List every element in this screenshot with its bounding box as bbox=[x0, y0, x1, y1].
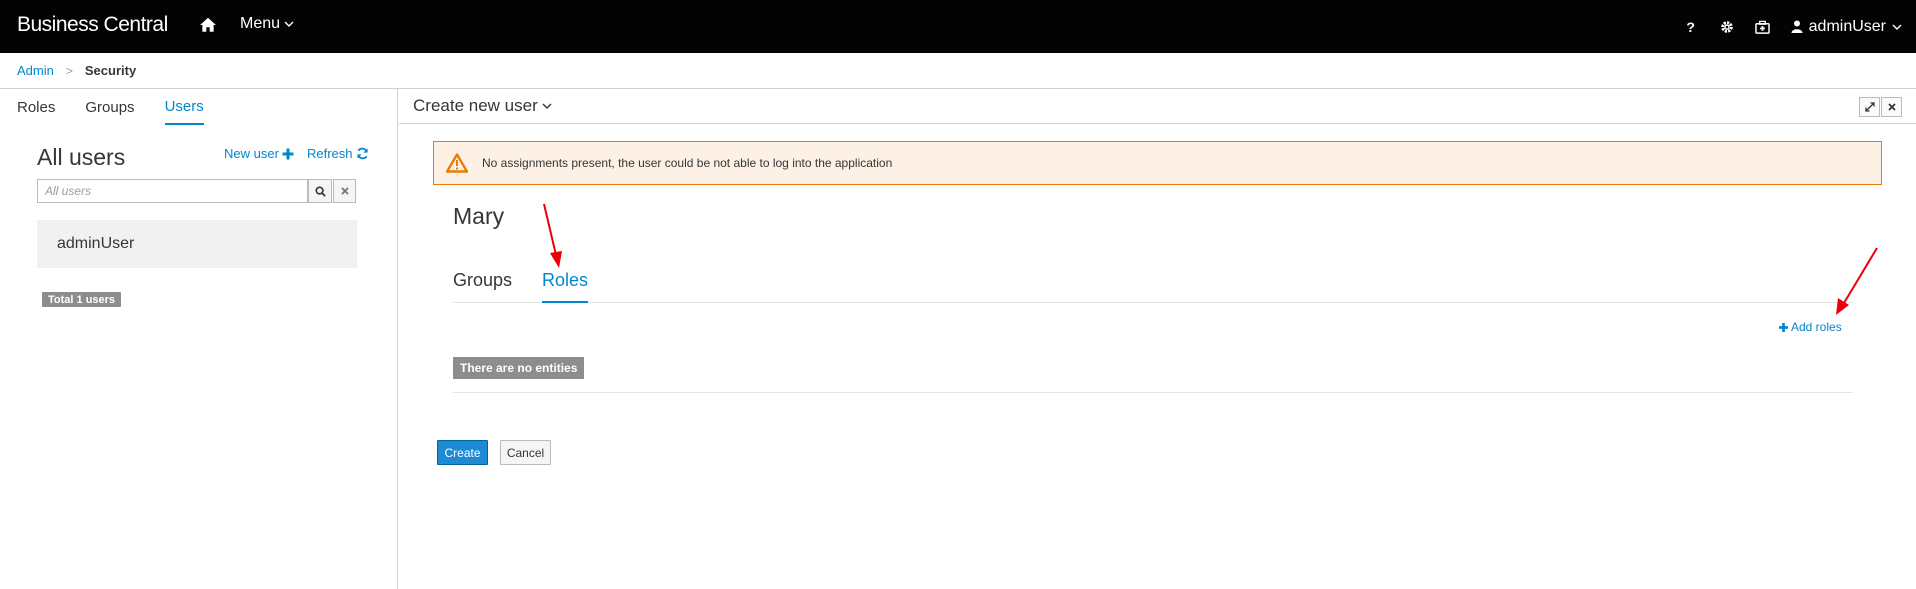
breadcrumb-security: Security bbox=[84, 63, 137, 78]
menu-label: Menu bbox=[240, 15, 281, 32]
user-menu-label: adminUser bbox=[1808, 17, 1886, 35]
breadcrumb-separator: > bbox=[65, 63, 73, 78]
user-name-heading: Mary bbox=[453, 203, 505, 229]
search-button[interactable] bbox=[308, 179, 332, 203]
refresh-label: Refresh bbox=[307, 146, 353, 161]
new-user-button[interactable]: New user bbox=[224, 146, 294, 161]
search-users-input[interactable] bbox=[37, 179, 308, 203]
tab-roles[interactable]: Roles bbox=[17, 89, 55, 125]
chevron-down-icon bbox=[284, 21, 294, 27]
create-user-panel: Create new user No assignments present, … bbox=[399, 89, 1916, 589]
left-tabs: Roles Groups Users bbox=[17, 89, 204, 125]
tab-roles[interactable]: Roles bbox=[542, 267, 589, 303]
divider bbox=[453, 392, 1853, 393]
briefcase-icon[interactable] bbox=[1745, 0, 1781, 53]
chevron-down-icon bbox=[1892, 24, 1902, 30]
search-icon bbox=[314, 185, 326, 197]
user-icon bbox=[1791, 20, 1803, 33]
gear-icon[interactable] bbox=[1709, 0, 1745, 53]
user-list-item[interactable]: adminUser bbox=[37, 220, 357, 268]
navbar-utilities: ? adminUser bbox=[1673, 0, 1916, 53]
menu-dropdown[interactable]: Menu bbox=[240, 15, 294, 33]
create-button[interactable]: Create bbox=[437, 440, 488, 465]
total-users-badge: Total 1 users bbox=[42, 292, 122, 307]
warning-alert-text: No assignments present, the user could b… bbox=[482, 156, 893, 170]
close-panel-button[interactable] bbox=[1881, 97, 1902, 117]
close-icon bbox=[340, 187, 349, 195]
tab-groups[interactable]: Groups bbox=[85, 89, 134, 125]
add-roles-link[interactable]: Add roles bbox=[1779, 320, 1842, 334]
breadcrumb: Admin > Security bbox=[0, 53, 1916, 89]
panel-title-dropdown[interactable]: Create new user bbox=[413, 96, 552, 116]
chevron-down-icon bbox=[542, 103, 552, 109]
plus-icon bbox=[282, 148, 294, 159]
empty-state-badge: There are no entities bbox=[453, 357, 585, 379]
add-roles-label: Add roles bbox=[1791, 320, 1842, 334]
user-assignment-tabs: Groups Roles bbox=[453, 267, 1853, 303]
clear-search-button[interactable] bbox=[333, 179, 356, 203]
new-user-label: New user bbox=[224, 146, 279, 161]
user-menu[interactable]: adminUser bbox=[1781, 18, 1916, 36]
panel-title: Create new user bbox=[413, 96, 538, 115]
users-explorer-panel: Roles Groups Users All users New user Re… bbox=[0, 89, 398, 589]
home-icon[interactable] bbox=[199, 16, 217, 34]
warning-alert: No assignments present, the user could b… bbox=[433, 141, 1882, 185]
plus-icon bbox=[1779, 322, 1788, 332]
warning-icon bbox=[446, 153, 468, 173]
refresh-icon bbox=[356, 147, 368, 160]
expand-icon bbox=[1864, 102, 1875, 112]
panel-header: Create new user bbox=[399, 89, 1916, 124]
refresh-button[interactable]: Refresh bbox=[307, 146, 369, 161]
cancel-button[interactable]: Cancel bbox=[500, 440, 551, 465]
brand-logo[interactable]: Business Central bbox=[17, 13, 168, 37]
tab-users[interactable]: Users bbox=[164, 89, 204, 125]
maximize-button[interactable] bbox=[1859, 97, 1880, 117]
help-icon[interactable]: ? bbox=[1673, 0, 1709, 53]
tab-groups[interactable]: Groups bbox=[453, 267, 512, 303]
all-users-title: All users bbox=[37, 144, 126, 170]
close-icon bbox=[1887, 103, 1896, 111]
top-navbar: Business Central Menu ? adminUser bbox=[0, 0, 1916, 53]
breadcrumb-admin[interactable]: Admin bbox=[17, 63, 54, 78]
